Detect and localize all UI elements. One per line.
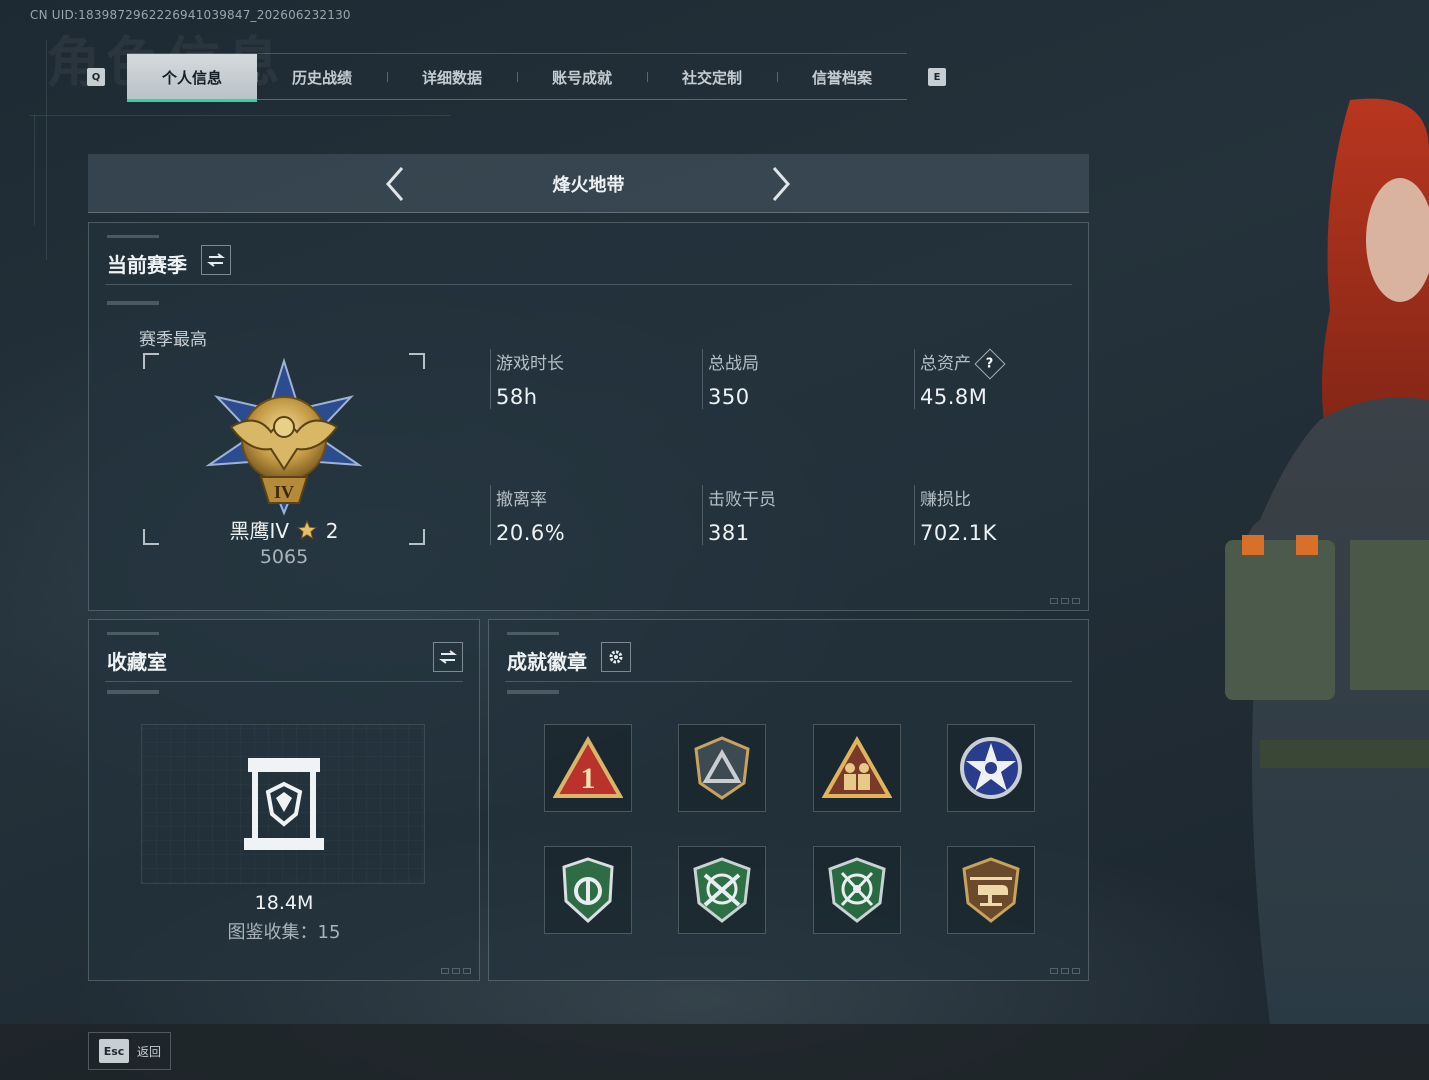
help-icon[interactable]: ?	[974, 348, 1006, 380]
stat-extraction-rate: 撤离率 20.6%	[490, 485, 690, 545]
hud-grid-line	[30, 115, 450, 116]
frame-corner	[409, 529, 425, 545]
svg-text:IV: IV	[274, 482, 294, 502]
season-panel-header: 当前赛季	[105, 243, 1072, 285]
stat-value: 702.1K	[920, 521, 997, 545]
stat-label: 游戏时长	[496, 354, 564, 374]
frame-corner	[409, 353, 425, 369]
stat-profit-loss-ratio: 赚损比 702.1K	[914, 485, 1114, 545]
mode-title: 烽火地带	[552, 175, 625, 196]
current-season-panel: 当前赛季 赛季最高 IV 黑鹰IV 2 5065 游戏时长 58h 总战局 35…	[88, 222, 1089, 611]
tab-prev-key-hint[interactable]: Q	[87, 68, 105, 86]
game-mode-selector: 烽火地带	[88, 154, 1089, 213]
swap-icon	[439, 650, 457, 664]
tab-reputation-record[interactable]: 信誉档案	[777, 54, 907, 100]
stat-value: 350	[708, 385, 750, 409]
tab-match-history[interactable]: 历史战绩	[257, 54, 387, 100]
badge-slot[interactable]	[813, 724, 901, 812]
badge-slot[interactable]	[813, 846, 901, 934]
star-emblem-badge-icon	[960, 737, 1022, 799]
esc-key-hint: Esc	[99, 1039, 129, 1063]
stat-label-text: 总资产	[920, 354, 971, 374]
collection-switch-button[interactable]	[433, 642, 463, 672]
stat-label: 总战局	[708, 354, 759, 374]
crossed-rifles-badge-icon	[693, 857, 751, 923]
svg-text:1: 1	[581, 762, 596, 795]
badge-slot[interactable]	[678, 724, 766, 812]
badge-slot[interactable]	[544, 846, 632, 934]
micro-deco	[107, 690, 159, 694]
rank-stars-count: 2	[325, 519, 339, 543]
stat-total-matches: 总战局 350	[702, 349, 902, 409]
stat-value: 381	[708, 521, 750, 545]
season-title: 当前赛季	[107, 253, 187, 277]
collection-title: 收藏室	[107, 650, 167, 674]
micro-deco	[507, 632, 559, 635]
collection-room-panel[interactable]: 收藏室 18.4M 图鉴收集：15	[88, 619, 480, 981]
stat-value: 58h	[496, 385, 538, 409]
display-case-icon	[244, 758, 324, 850]
back-label: 返回	[137, 1044, 162, 1059]
corner-decoration	[1050, 968, 1080, 974]
black-hawk-rank-emblem-icon: IV	[205, 357, 363, 516]
corner-decoration	[1050, 598, 1080, 604]
operator-character-portrait	[1225, 98, 1429, 1024]
season-switch-button[interactable]	[201, 245, 231, 275]
achievements-settings-button[interactable]	[601, 642, 631, 672]
micro-deco	[107, 632, 159, 635]
stat-value: 20.6%	[496, 521, 566, 545]
top-tab-bar: 个人信息 历史战绩 详细数据 账号成就 社交定制 信誉档案	[127, 53, 907, 102]
mode-next-button[interactable]	[762, 164, 802, 204]
stat-label: 赚损比	[920, 490, 971, 510]
tab-account-achievements[interactable]: 账号成就	[517, 54, 647, 100]
swap-icon	[207, 253, 225, 267]
badge-slot[interactable]: 1	[544, 724, 632, 812]
achievements-panel-header: 成就徽章	[505, 640, 1072, 682]
frame-corner	[143, 353, 159, 369]
stat-label: 击败干员	[708, 490, 776, 510]
micro-deco	[507, 690, 559, 694]
tab-personal-info[interactable]: 个人信息	[127, 54, 257, 102]
rank-name: 黑鹰IV	[229, 519, 290, 543]
badge-slot[interactable]	[947, 724, 1035, 812]
helicopter-shield-badge-icon	[962, 857, 1020, 923]
stat-label: 撤离率	[496, 490, 547, 510]
stat-value: 45.8M	[920, 385, 988, 409]
stat-total-assets: 总资产? 45.8M	[914, 348, 1114, 409]
frame-corner	[143, 529, 159, 545]
badge-slot[interactable]	[947, 846, 1035, 934]
gear-icon	[609, 650, 623, 664]
green-shield-badge-icon	[562, 857, 614, 924]
tab-detailed-data[interactable]: 详细数据	[387, 54, 517, 100]
stat-label: 总资产?	[920, 348, 1114, 380]
star-icon	[297, 519, 318, 540]
collection-panel-header: 收藏室	[105, 640, 463, 682]
stat-playtime: 游戏时长 58h	[490, 349, 690, 409]
shield-triangle-badge-icon	[694, 736, 750, 800]
footer-bar: Esc 返回	[0, 1024, 1429, 1080]
uid-text: CN UID:1839872962226941039847_2026062321…	[30, 8, 351, 22]
triangle-rank-1-badge-icon: 1	[553, 736, 623, 798]
badge-slot[interactable]	[678, 846, 766, 934]
back-button[interactable]: Esc 返回	[88, 1032, 171, 1070]
hud-grid-line	[34, 115, 35, 225]
crossed-knives-badge-icon	[828, 857, 886, 923]
achievement-badges-panel: 成就徽章 1	[488, 619, 1089, 981]
rank-score: 5065	[259, 546, 309, 568]
corner-decoration	[441, 968, 471, 974]
stat-operators-defeated: 击败干员 381	[702, 485, 902, 545]
collection-count: 图鉴收集：15	[227, 922, 341, 943]
tab-social-customization[interactable]: 社交定制	[647, 54, 777, 100]
triangle-soldiers-badge-icon	[822, 736, 892, 798]
season-best-label: 赛季最高	[139, 330, 207, 350]
micro-deco	[107, 301, 159, 305]
rank-name-row: 黑鹰IV 2	[199, 515, 369, 544]
collection-value: 18.4M	[254, 892, 314, 914]
tab-next-key-hint[interactable]: E	[928, 68, 946, 86]
chevron-right-icon	[772, 167, 790, 201]
achievements-title: 成就徽章	[507, 650, 587, 674]
micro-deco	[107, 235, 159, 238]
